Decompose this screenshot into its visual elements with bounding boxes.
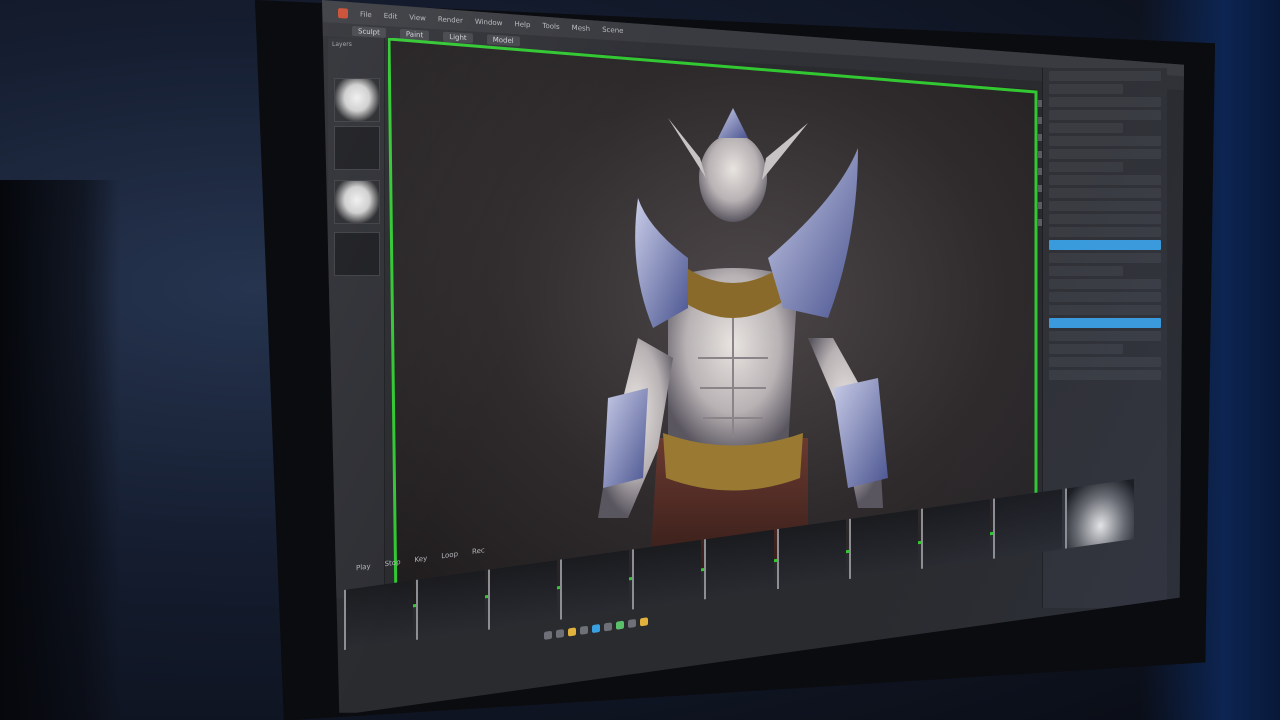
property-field[interactable] xyxy=(1049,136,1161,146)
property-selected-row[interactable] xyxy=(1049,240,1161,250)
property-field[interactable] xyxy=(1049,214,1161,224)
taskbar-app-icon[interactable] xyxy=(640,617,648,627)
timeline-frame-preview[interactable] xyxy=(1064,478,1135,549)
property-field[interactable] xyxy=(1049,84,1124,94)
property-field[interactable] xyxy=(1049,149,1161,159)
taskbar-app-icon[interactable] xyxy=(604,622,612,632)
property-field[interactable] xyxy=(1049,253,1161,263)
property-field[interactable] xyxy=(1049,305,1161,315)
property-field[interactable] xyxy=(1049,357,1161,367)
taskbar-app-icon[interactable] xyxy=(544,630,552,640)
layer-thumbnail[interactable] xyxy=(334,232,380,276)
taskbar-app-icon[interactable] xyxy=(556,629,564,639)
tab-light[interactable]: Light xyxy=(443,31,473,44)
timeline-frame[interactable] xyxy=(776,519,846,590)
menu-item-tools[interactable]: Tools xyxy=(542,22,559,31)
timeline-record-button[interactable]: Rec xyxy=(472,546,485,562)
property-field[interactable] xyxy=(1049,162,1124,172)
menu-item-mesh[interactable]: Mesh xyxy=(572,24,590,33)
layer-thumbnail[interactable] xyxy=(334,180,380,224)
timeline-frame[interactable] xyxy=(704,529,774,600)
property-field[interactable] xyxy=(1049,370,1161,380)
layers-panel: Layers xyxy=(328,38,385,598)
menu-item-help[interactable]: Help xyxy=(514,20,530,29)
timeline-key-button[interactable]: Key xyxy=(415,554,428,570)
timeline-frame[interactable] xyxy=(344,580,414,650)
layer-thumbnail[interactable] xyxy=(334,78,380,122)
layer-thumbnail[interactable] xyxy=(334,126,380,170)
timeline-frame[interactable] xyxy=(560,549,630,620)
property-field[interactable] xyxy=(1049,188,1161,198)
menu-item-render[interactable]: Render xyxy=(438,15,463,25)
property-field[interactable] xyxy=(1049,97,1161,107)
property-field[interactable] xyxy=(1049,71,1161,81)
taskbar-browser-icon[interactable] xyxy=(592,624,600,634)
timeline-loop-button[interactable]: Loop xyxy=(441,550,458,566)
menu-item-file[interactable]: File xyxy=(360,10,372,19)
property-field[interactable] xyxy=(1049,292,1161,302)
property-field[interactable] xyxy=(1049,344,1124,354)
timeline-frame[interactable] xyxy=(416,570,486,640)
taskbar-app-icon[interactable] xyxy=(616,620,624,630)
timeline-play-button[interactable]: Play xyxy=(356,562,371,578)
menu-item-edit[interactable]: Edit xyxy=(384,12,398,21)
menu-item-view[interactable]: View xyxy=(409,13,426,22)
timeline-frame[interactable] xyxy=(488,560,558,630)
tab-sculpt[interactable]: Sculpt xyxy=(352,25,386,39)
tab-model[interactable]: Model xyxy=(486,34,520,47)
layers-panel-header: Layers xyxy=(332,41,352,48)
timeline-frame[interactable] xyxy=(632,539,702,610)
menu-item-window[interactable]: Window xyxy=(475,18,503,28)
timeline-stop-button[interactable]: Stop xyxy=(385,558,401,574)
menu-item-scene[interactable]: Scene xyxy=(602,26,623,35)
property-field[interactable] xyxy=(1049,175,1161,185)
property-field[interactable] xyxy=(1049,331,1161,341)
app-logo-icon xyxy=(338,8,348,19)
taskbar-app-icon[interactable] xyxy=(628,618,636,629)
property-field[interactable] xyxy=(1049,201,1161,211)
tab-paint[interactable]: Paint xyxy=(399,28,430,41)
timeline-frame[interactable] xyxy=(992,489,1062,559)
property-selected-row[interactable] xyxy=(1049,318,1161,328)
background-left-shadow xyxy=(0,180,120,720)
property-field[interactable] xyxy=(1049,227,1161,237)
taskbar-folder-icon[interactable] xyxy=(568,627,576,637)
property-field[interactable] xyxy=(1049,123,1124,133)
property-field[interactable] xyxy=(1049,279,1161,289)
timeline-frame[interactable] xyxy=(848,509,918,580)
property-field[interactable] xyxy=(1049,110,1161,120)
taskbar-app-icon[interactable] xyxy=(580,625,588,635)
monitor-screen: File Edit View Render Window Help Tools … xyxy=(322,0,1184,713)
timeline-frame[interactable] xyxy=(920,499,990,569)
property-field[interactable] xyxy=(1049,266,1124,276)
